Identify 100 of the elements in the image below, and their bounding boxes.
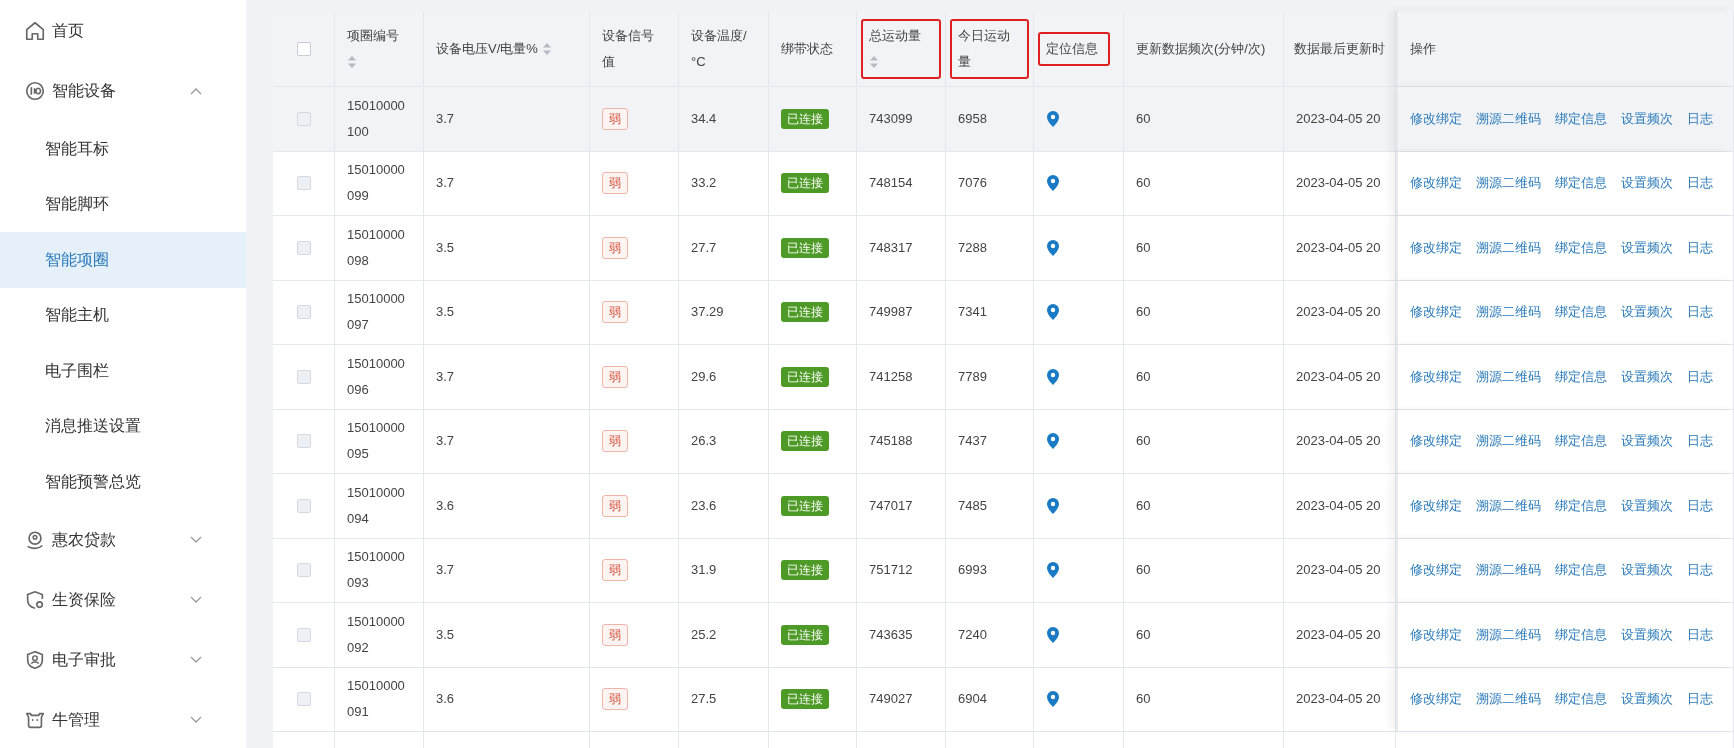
action-link[interactable]: 绑定信息 <box>1555 363 1607 390</box>
action-link[interactable]: 设置频次 <box>1621 621 1673 648</box>
sidebar-item[interactable]: 智能耳标 <box>0 121 246 177</box>
sidebar-item[interactable]: 智能项圈 <box>0 232 246 288</box>
action-link[interactable]: 绑定信息 <box>1555 557 1607 584</box>
location-pin-icon[interactable] <box>1046 174 1060 193</box>
action-link[interactable]: 绑定信息 <box>1555 170 1607 197</box>
location-pin-icon[interactable] <box>1046 690 1060 709</box>
checkbox[interactable] <box>296 111 311 126</box>
sidebar-label: 牛管理 <box>52 709 101 730</box>
action-link[interactable]: 溯源二维码 <box>1476 557 1541 584</box>
action-link[interactable]: 修改绑定 <box>1410 363 1462 390</box>
table-row[interactable]: 15010000094 3.6 弱 23.6 已连接 747017 7485 60 2023-04-05 20 修改绑定 溯源二维码 绑定信息 设置频次 日志 <box>273 474 1734 539</box>
action-link[interactable]: 日志 <box>1687 170 1713 197</box>
checkbox[interactable] <box>296 563 311 578</box>
action-link[interactable]: 日志 <box>1687 105 1713 132</box>
action-link[interactable]: 修改绑定 <box>1410 170 1462 197</box>
action-link[interactable]: 日志 <box>1687 299 1713 326</box>
action-link[interactable]: 设置频次 <box>1621 686 1673 713</box>
table-row[interactable]: 15010000100 3.7 弱 34.4 已连接 743099 6958 60 2023-04-05 20 修改绑定 溯源二维码 绑定信息 设置频次 日志 <box>273 87 1734 152</box>
action-link[interactable]: 修改绑定 <box>1410 299 1462 326</box>
sidebar-item[interactable]: 智能设备 <box>0 61 246 121</box>
action-link[interactable]: 设置频次 <box>1621 492 1673 519</box>
sidebar-item[interactable]: 牛管理 <box>0 689 246 748</box>
action-link[interactable]: 设置频次 <box>1621 299 1673 326</box>
action-link[interactable]: 设置频次 <box>1621 170 1673 197</box>
action-link[interactable]: 设置频次 <box>1621 363 1673 390</box>
action-link[interactable]: 修改绑定 <box>1410 557 1462 584</box>
action-link[interactable]: 修改绑定 <box>1410 105 1462 132</box>
action-link[interactable]: 溯源二维码 <box>1476 428 1541 455</box>
location-pin-icon[interactable] <box>1046 109 1060 128</box>
action-link[interactable]: 绑定信息 <box>1555 299 1607 326</box>
checkbox[interactable] <box>296 692 311 707</box>
location-pin-icon[interactable] <box>1046 367 1060 386</box>
action-link[interactable]: 绑定信息 <box>1555 621 1607 648</box>
action-link[interactable]: 设置频次 <box>1621 428 1673 455</box>
checkbox[interactable] <box>296 305 311 320</box>
sidebar-item[interactable]: 消息推送设置 <box>0 398 246 454</box>
location-pin-icon[interactable] <box>1046 625 1060 644</box>
sidebar-item[interactable]: 电子审批 <box>0 629 246 690</box>
sidebar-item[interactable]: 惠农贷款 <box>0 509 246 570</box>
action-link[interactable]: 设置频次 <box>1621 105 1673 132</box>
action-link[interactable]: 日志 <box>1687 234 1713 261</box>
table-row[interactable]: 15010000092 3.5 弱 25.2 已连接 743635 7240 60 2023-04-05 20 修改绑定 溯源二维码 绑定信息 设置频次 日志 <box>273 603 1734 668</box>
checkbox[interactable] <box>296 240 311 255</box>
sidebar-item[interactable]: 首页 <box>0 1 246 61</box>
action-link[interactable]: 绑定信息 <box>1555 686 1607 713</box>
checkbox[interactable] <box>296 369 311 384</box>
table-cell-text: 2023-04-05 20 <box>1296 496 1381 515</box>
action-link[interactable]: 修改绑定 <box>1410 428 1462 455</box>
sidebar-item[interactable]: 生资保险 <box>0 569 246 630</box>
checkbox[interactable] <box>296 627 311 642</box>
table-row[interactable]: 15010000091 3.6 弱 27.5 已连接 749027 6904 60 2023-04-05 20 修改绑定 溯源二维码 绑定信息 设置频次 日志 <box>273 667 1734 732</box>
action-link[interactable]: 日志 <box>1687 363 1713 390</box>
table-row[interactable]: 15010000097 3.5 弱 37.29 已连接 749987 7341 60 2023-04-05 20 修改绑定 溯源二维码 绑定信息 设置频次 日志 <box>273 280 1734 345</box>
checkbox[interactable] <box>296 498 311 513</box>
action-link[interactable]: 日志 <box>1687 492 1713 519</box>
action-link[interactable]: 溯源二维码 <box>1476 299 1541 326</box>
action-link[interactable]: 绑定信息 <box>1555 428 1607 455</box>
action-link[interactable]: 修改绑定 <box>1410 234 1462 261</box>
action-link[interactable]: 溯源二维码 <box>1476 363 1541 390</box>
action-link[interactable]: 日志 <box>1687 428 1713 455</box>
action-link[interactable]: 日志 <box>1687 686 1713 713</box>
sidebar-item[interactable]: 智能脚环 <box>0 176 246 232</box>
action-link[interactable]: 溯源二维码 <box>1476 105 1541 132</box>
location-pin-icon[interactable] <box>1046 496 1060 515</box>
action-link[interactable]: 设置频次 <box>1621 557 1673 584</box>
action-link[interactable]: 溯源二维码 <box>1476 234 1541 261</box>
action-link[interactable]: 日志 <box>1687 621 1713 648</box>
action-link[interactable]: 修改绑定 <box>1410 686 1462 713</box>
sort-icon <box>541 42 552 57</box>
checkbox[interactable] <box>296 434 311 449</box>
table-row[interactable]: 15010000095 3.7 弱 26.3 已连接 745188 7437 60 2023-04-05 20 修改绑定 溯源二维码 绑定信息 设置频次 日志 <box>273 409 1734 474</box>
location-pin-icon[interactable] <box>1046 432 1060 451</box>
action-link[interactable]: 溯源二维码 <box>1476 686 1541 713</box>
table-row[interactable]: 15010000098 3.5 弱 27.7 已连接 748317 7288 60 2023-04-05 20 修改绑定 溯源二维码 绑定信息 设置频次 日志 <box>273 216 1734 281</box>
location-pin-icon[interactable] <box>1046 561 1060 580</box>
action-link[interactable]: 绑定信息 <box>1555 492 1607 519</box>
action-link[interactable]: 日志 <box>1687 557 1713 584</box>
action-link[interactable]: 溯源二维码 <box>1476 170 1541 197</box>
checkbox[interactable] <box>296 176 311 191</box>
action-link[interactable]: 溯源二维码 <box>1476 621 1541 648</box>
action-link[interactable]: 绑定信息 <box>1555 105 1607 132</box>
table-cell-text: 34.4 <box>691 109 717 128</box>
sidebar-item[interactable]: 电子围栏 <box>0 343 246 399</box>
sidebar-label: 首页 <box>52 21 85 41</box>
table-row[interactable]: 15010000093 3.7 弱 31.9 已连接 751712 6993 60 2023-04-05 20 修改绑定 溯源二维码 绑定信息 设置频次 日志 <box>273 538 1734 603</box>
action-link[interactable]: 设置频次 <box>1621 234 1673 261</box>
column-header: 设备温度/°C <box>691 27 747 69</box>
table-row[interactable]: 15010000096 3.7 弱 29.6 已连接 741258 7789 60 2023-04-05 20 修改绑定 溯源二维码 绑定信息 设置频次 日志 <box>273 345 1734 410</box>
location-pin-icon[interactable] <box>1046 303 1060 322</box>
checkbox[interactable] <box>296 41 311 56</box>
action-link[interactable]: 修改绑定 <box>1410 492 1462 519</box>
sidebar-item[interactable]: 智能主机 <box>0 287 246 343</box>
action-link[interactable]: 绑定信息 <box>1555 234 1607 261</box>
sidebar-item[interactable]: 智能预警总览 <box>0 454 246 510</box>
action-link[interactable]: 修改绑定 <box>1410 621 1462 648</box>
action-link[interactable]: 溯源二维码 <box>1476 492 1541 519</box>
table-row[interactable]: 15010000099 3.7 弱 33.2 已连接 748154 7076 60 2023-04-05 20 修改绑定 溯源二维码 绑定信息 设置频次 日志 <box>273 151 1734 216</box>
location-pin-icon[interactable] <box>1046 238 1060 257</box>
